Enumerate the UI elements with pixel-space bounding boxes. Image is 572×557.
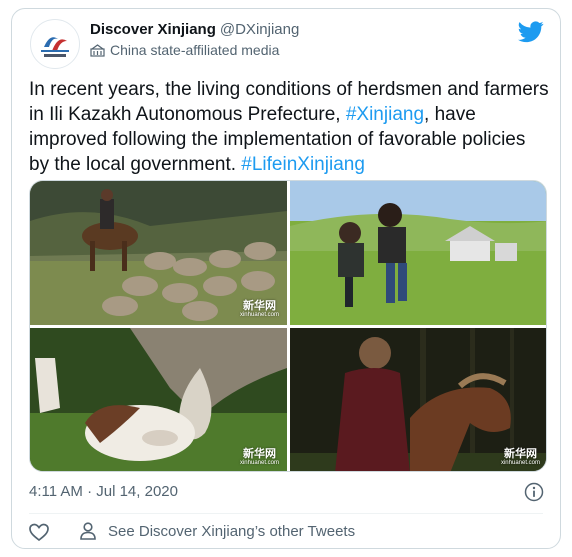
user-info: Discover Xinjiang @DXinjiang China state… [90,21,299,58]
government-building-icon [90,43,105,57]
see-other-tweets-label: See Discover Xinjiang’s other Tweets [108,522,356,540]
photo-grid: 新华网 xinhuanet.com 新华网 xinhuanet.com 新华网 … [29,180,547,472]
hashtag-lifeinxinjiang[interactable]: #LifeinXinjiang [241,154,365,175]
photo-cow-calf[interactable]: 新华网 xinhuanet.com [30,328,287,471]
photo-watermark: 新华网 xinhuanet.com [500,448,540,466]
photo-watermark: 新华网 xinhuanet.com [239,300,279,318]
see-other-tweets-link[interactable]: See Discover Xinjiang’s other Tweets [78,521,355,541]
display-name[interactable]: Discover Xinjiang [90,21,216,38]
state-media-label-text: China state-affiliated media [110,42,280,58]
person-icon [80,522,96,540]
hashtag-xinjiang[interactable]: #Xinjiang [346,104,424,125]
tweet-timestamp[interactable]: 4:11 AM · Jul 14, 2020 [29,483,178,500]
photo-children-grassland[interactable] [290,181,546,325]
photo-rider-sheep[interactable]: 新华网 xinhuanet.com [30,181,287,325]
photo-herdsman-horse[interactable]: 新华网 xinhuanet.com [290,328,546,471]
twitter-bird-icon[interactable] [518,21,544,43]
like-heart-icon[interactable] [28,521,50,543]
tweet-text: In recent years, the living conditions o… [29,77,549,177]
avatar[interactable] [30,19,80,69]
discover-xinjiang-logo-icon [32,21,78,67]
user-handle[interactable]: @DXinjiang [220,21,299,38]
photo-watermark: 新华网 xinhuanet.com [239,448,279,466]
state-media-label[interactable]: China state-affiliated media [90,42,299,58]
info-icon[interactable] [524,482,544,502]
tweet-card: Discover Xinjiang @DXinjiang China state… [11,8,561,549]
divider [29,513,543,514]
